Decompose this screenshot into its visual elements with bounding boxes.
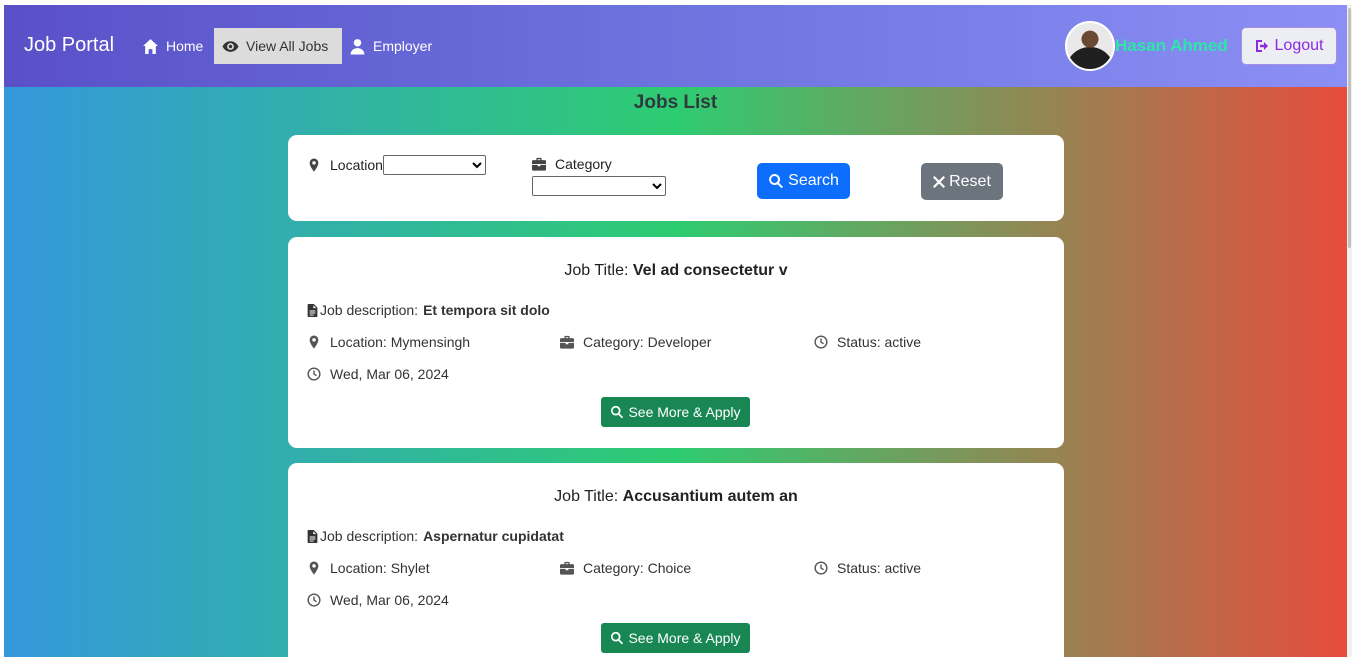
search-icon [611, 631, 624, 645]
nav-item-label: Home [166, 38, 204, 54]
home-icon [143, 38, 158, 54]
location-filter-label: Location [307, 157, 383, 173]
job-status: Status: active [814, 560, 921, 576]
clock-icon [307, 367, 321, 381]
scrollbar-thumb[interactable] [1348, 8, 1351, 248]
filter-card: Location Category Search Reset [288, 135, 1064, 221]
document-icon [307, 303, 318, 317]
see-more-apply-button[interactable]: See More & Apply [601, 623, 750, 653]
search-icon [611, 405, 624, 419]
nav-item-label: View All Jobs [246, 38, 329, 54]
navbar: Job Portal Home View All Jobs Employer H… [4, 5, 1347, 87]
job-status: Status: active [814, 334, 921, 350]
nav-item-home[interactable]: Home [134, 28, 211, 64]
briefcase-icon [532, 157, 546, 171]
user-icon [350, 38, 365, 54]
avatar[interactable] [1065, 21, 1115, 71]
job-description: Job description: Et tempora sit dolo [307, 302, 550, 318]
job-description: Job description: Aspernatur cupidatat [307, 528, 564, 544]
briefcase-icon [560, 335, 574, 349]
logout-label: Logout [1274, 37, 1324, 54]
job-category: Category: Choice [560, 560, 691, 576]
nav-item-employer[interactable]: Employer [341, 28, 440, 64]
job-title: Job Title: Accusantium autem an [554, 488, 798, 505]
job-location: Location: Shylet [307, 560, 430, 576]
category-filter-label: Category [532, 156, 612, 172]
map-pin-icon [309, 335, 319, 349]
job-date: Wed, Mar 06, 2024 [307, 592, 449, 608]
search-button[interactable]: Search [757, 163, 850, 199]
logout-button[interactable]: Logout [1241, 27, 1337, 65]
job-card: Job Title: Accusantium autem an Job desc… [288, 463, 1064, 657]
briefcase-icon [560, 561, 574, 575]
job-title: Job Title: Vel ad consectetur v [564, 262, 788, 279]
search-icon [769, 174, 784, 189]
job-location: Location: Mymensingh [307, 334, 470, 350]
user-name: Hasan Ahmed [1115, 36, 1228, 55]
page-title: Jobs List [633, 92, 718, 113]
see-more-apply-button[interactable]: See More & Apply [601, 397, 750, 427]
page-frame: Job Portal Home View All Jobs Employer H… [4, 5, 1347, 657]
job-card: Job Title: Vel ad consectetur v Job desc… [288, 237, 1064, 448]
reset-button[interactable]: Reset [921, 163, 1003, 200]
document-icon [307, 529, 318, 543]
job-date: Wed, Mar 06, 2024 [307, 366, 449, 382]
brand-logo[interactable]: Job Portal [24, 34, 114, 57]
job-category: Category: Developer [560, 334, 711, 350]
close-icon [933, 175, 946, 188]
map-pin-icon [309, 158, 319, 172]
nav-item-view-all-jobs[interactable]: View All Jobs [214, 28, 342, 64]
clock-icon [307, 593, 321, 607]
eye-icon [222, 40, 239, 52]
clock-icon [814, 561, 828, 575]
nav-item-label: Employer [373, 38, 433, 54]
category-select[interactable] [532, 176, 666, 196]
clock-icon [814, 335, 828, 349]
logout-icon [1255, 40, 1268, 52]
location-select[interactable] [383, 155, 486, 175]
map-pin-icon [309, 561, 319, 575]
